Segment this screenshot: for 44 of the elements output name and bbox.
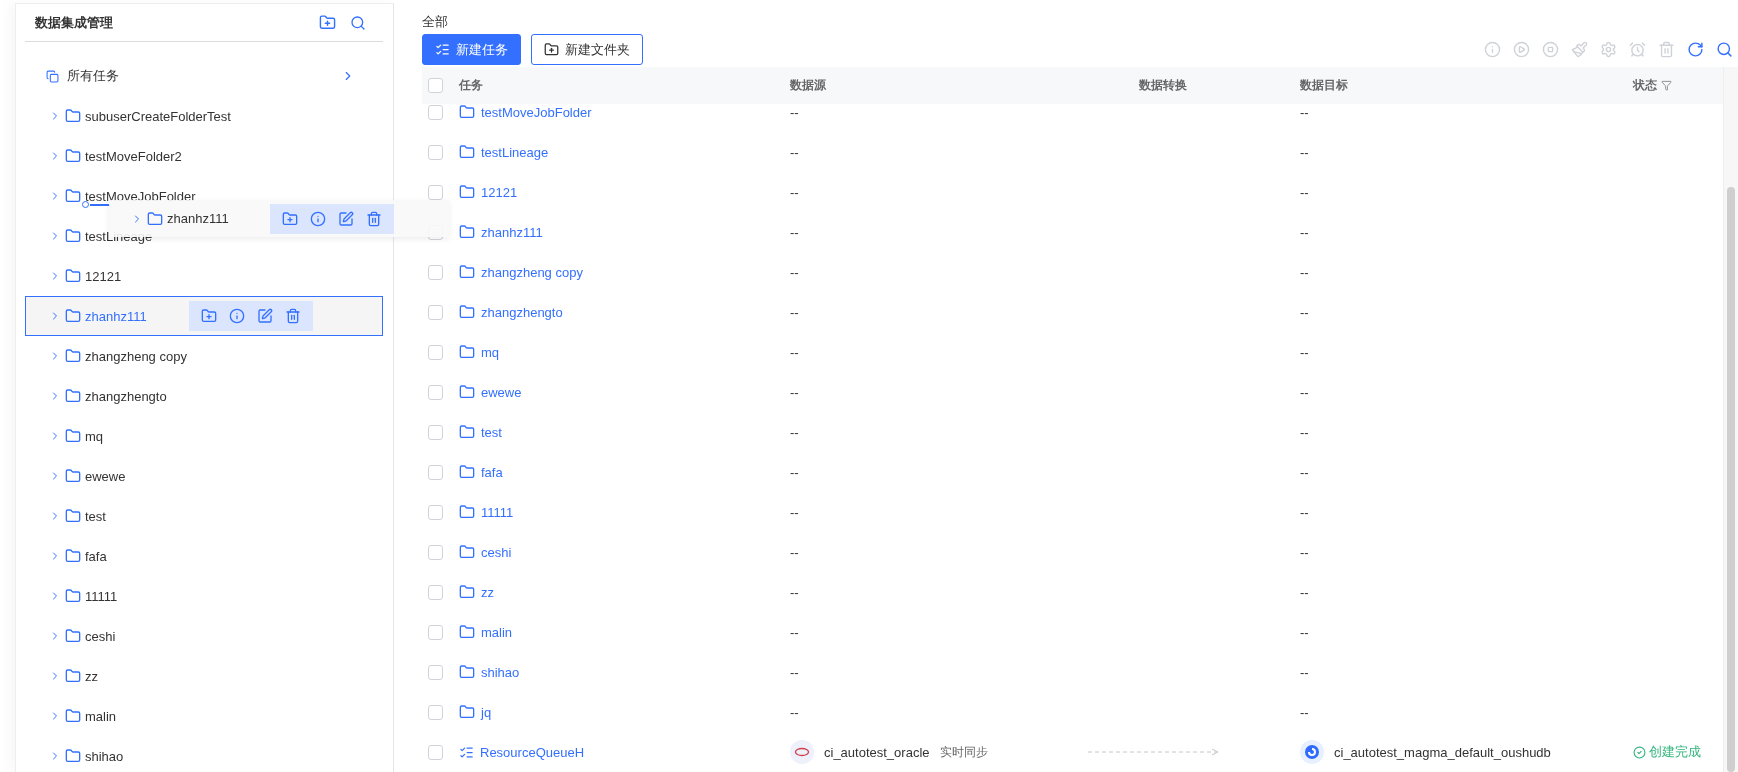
table-cell-text: -- bbox=[790, 584, 800, 600]
target-name: ci_autotest_magma_default_oushudb bbox=[1334, 744, 1551, 760]
table-cell-text: -- bbox=[790, 504, 800, 520]
table-cell-text: -- bbox=[790, 424, 800, 440]
table-cell-text: -- bbox=[1300, 344, 1310, 360]
table-cell-text: -- bbox=[1300, 264, 1310, 280]
table-cell-text: -- bbox=[790, 344, 800, 360]
folder-label: zhanhz111 bbox=[167, 211, 230, 226]
breadcrumb: 全部 bbox=[422, 13, 449, 31]
table-cell-text: -- bbox=[790, 304, 800, 320]
table-cell-text: -- bbox=[790, 264, 800, 280]
sync-mode: 实时同步 bbox=[939, 743, 988, 761]
table-cell-text: -- bbox=[790, 184, 800, 200]
table-cell-text: -- bbox=[790, 624, 800, 640]
table-cell-text: -- bbox=[1300, 504, 1310, 520]
table-cell-text: -- bbox=[790, 544, 800, 560]
table-cell-text: -- bbox=[790, 104, 800, 120]
table-cell-text: -- bbox=[790, 384, 800, 400]
table-cell-text: -- bbox=[1300, 664, 1310, 680]
table-cell-text: -- bbox=[1300, 224, 1310, 240]
table-cell-text: -- bbox=[1300, 384, 1310, 400]
table-cell-text: -- bbox=[1300, 304, 1310, 320]
column-header: 数据目标 bbox=[1300, 77, 1349, 94]
table-cell-text: -- bbox=[1300, 464, 1310, 480]
panel-title: 数据集成管理 bbox=[35, 13, 114, 32]
table-cell-text: -- bbox=[790, 664, 800, 680]
table-cell-text: -- bbox=[1300, 624, 1310, 640]
source-name: ci_autotest_oracle bbox=[824, 744, 930, 760]
table-cell-text: -- bbox=[1300, 584, 1310, 600]
column-header: 数据转换 bbox=[1139, 77, 1188, 94]
table-cell-text: -- bbox=[790, 464, 800, 480]
table-cell-text: -- bbox=[1300, 104, 1310, 120]
column-header: 状态 bbox=[1633, 77, 1723, 94]
table-cell-text: -- bbox=[1300, 184, 1310, 200]
table-cell-text: -- bbox=[1300, 704, 1310, 720]
table-cell-text: -- bbox=[790, 144, 800, 160]
table-cell-text: -- bbox=[1300, 544, 1310, 560]
table-cell-text: -- bbox=[790, 704, 800, 720]
column-header: 数据源 bbox=[790, 77, 827, 94]
table-cell-text: -- bbox=[1300, 144, 1310, 160]
column-header: 任务 bbox=[459, 77, 484, 94]
status-label: 创建完成 bbox=[1633, 743, 1723, 761]
table-cell-text: -- bbox=[790, 224, 800, 240]
table-cell-text: -- bbox=[1300, 424, 1310, 440]
